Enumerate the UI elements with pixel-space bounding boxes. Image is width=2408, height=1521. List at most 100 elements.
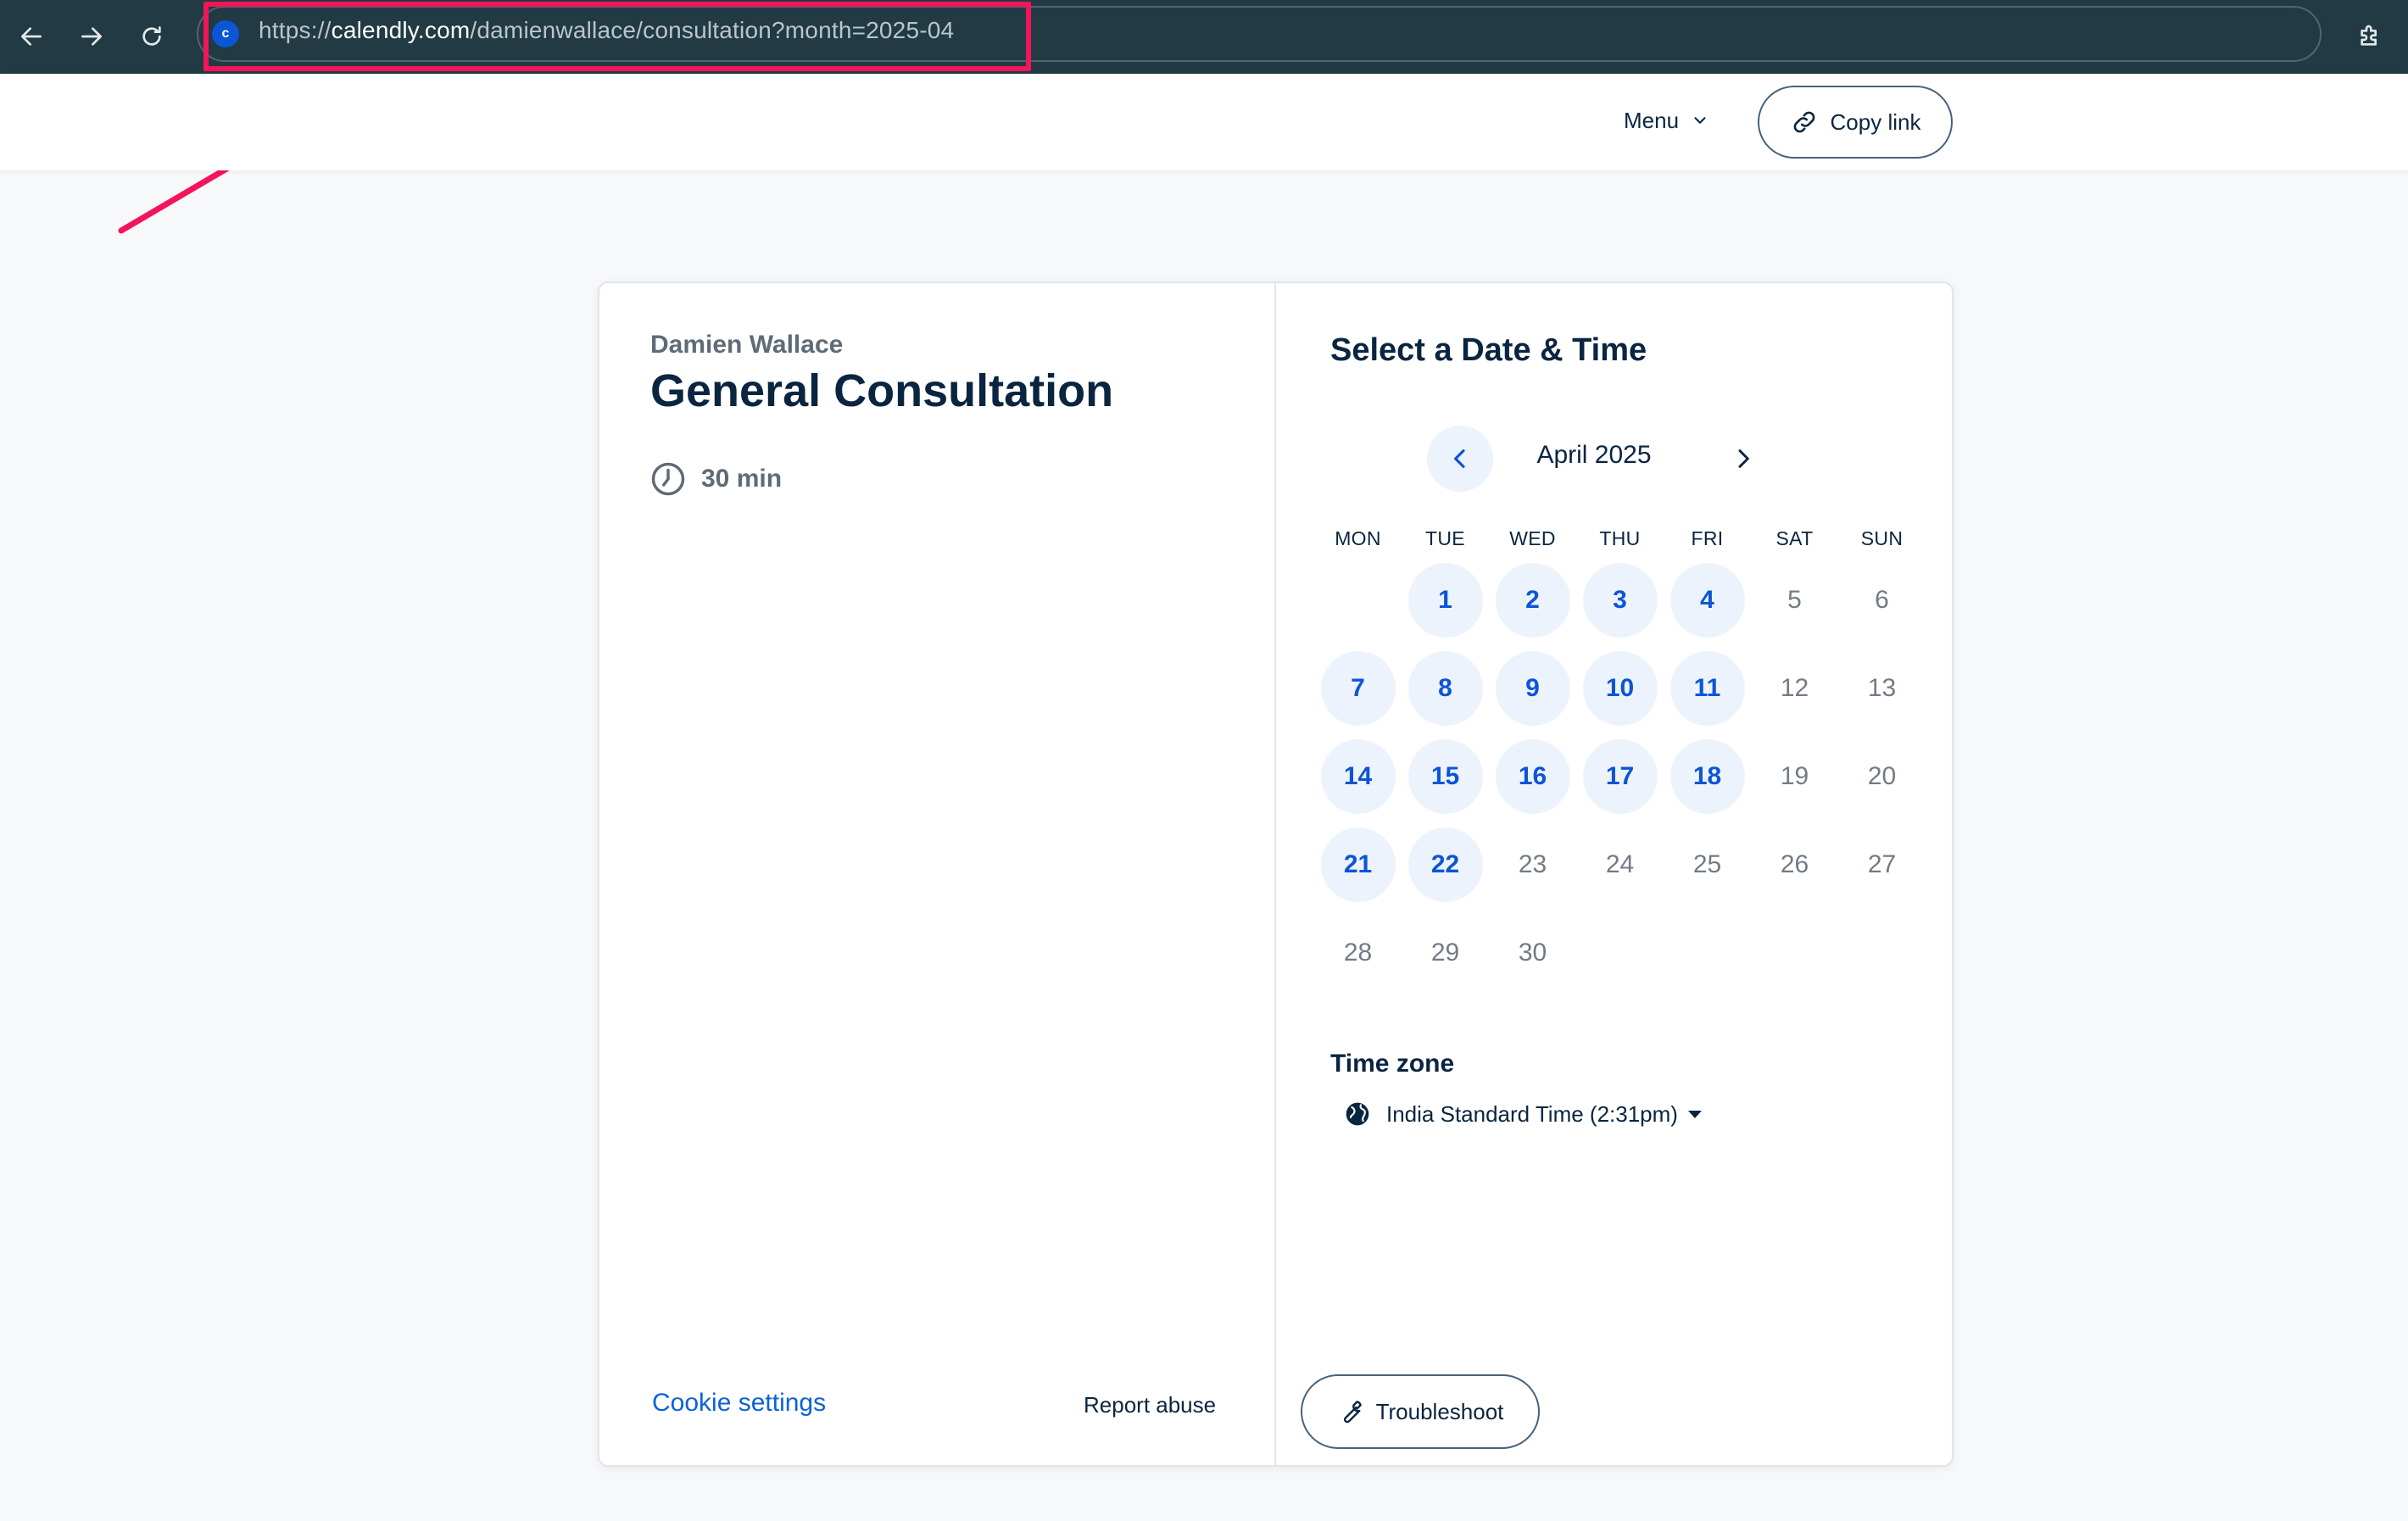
calendar-day-cell: 28 (1314, 909, 1402, 997)
weekday-header: WED (1509, 527, 1556, 549)
weekday-header: SAT (1775, 527, 1814, 549)
clock-icon (651, 462, 685, 496)
available-date-button[interactable]: 4 (1669, 563, 1745, 638)
unavailable-date: 13 (1867, 674, 1897, 702)
calendar-day-cell: 15 (1402, 733, 1489, 821)
unavailable-date: 25 (1692, 850, 1722, 878)
card-divider (1274, 283, 1276, 1465)
chevron-left-icon (1454, 449, 1465, 468)
calendar-day-cell: 26 (1751, 821, 1838, 909)
wrench-icon (1343, 1401, 1362, 1424)
booking-card: Damien Wallace General Consultation 30 m… (598, 281, 1954, 1467)
site-header: Menu Copy link (0, 74, 2408, 170)
link-icon (1793, 111, 1814, 133)
calendar-day-cell: 18 (1664, 733, 1751, 821)
calendar-day-cell: 25 (1664, 821, 1751, 909)
calendar-day-cell: 14 (1314, 733, 1402, 821)
forward-arrow-icon[interactable] (70, 15, 113, 58)
calendar-day-cell: 29 (1402, 909, 1489, 997)
calendar-day-cell: 22 (1402, 821, 1489, 909)
available-date-button[interactable]: 8 (1407, 651, 1483, 726)
timezone-value: India Standard Time (2:31pm) (1386, 1100, 1678, 1127)
calendar-day-cell: 12 (1751, 644, 1838, 733)
calendar-day-cell: 30 (1489, 909, 1576, 997)
available-date-button[interactable]: 7 (1320, 651, 1396, 726)
calendar-day-cell: 16 (1489, 733, 1576, 821)
unavailable-date: 24 (1605, 850, 1635, 878)
unavailable-date: 5 (1787, 586, 1802, 614)
report-abuse-link[interactable]: Report abuse (1084, 1392, 1216, 1418)
empty-day-cell (1314, 556, 1402, 644)
available-date-button[interactable]: 22 (1407, 827, 1483, 902)
weekday-header: SUN (1860, 527, 1904, 549)
organizer-name: Damien Wallace (650, 331, 844, 359)
calendar-day-cell: 3 (1576, 556, 1664, 644)
unavailable-date: 28 (1343, 939, 1373, 967)
calendar-day-cell: 27 (1838, 821, 1926, 909)
unavailable-date: 19 (1780, 762, 1809, 790)
reload-icon[interactable] (131, 15, 173, 58)
copy-link-label: Copy link (1830, 109, 1921, 135)
calendar-day-cell: 11 (1664, 644, 1751, 733)
duration-label: 30 min (701, 465, 783, 493)
event-title: General Consultation (650, 365, 1114, 416)
available-date-button[interactable]: 3 (1582, 563, 1658, 638)
calendar-day-cell: 2 (1489, 556, 1576, 644)
url-highlight-box (203, 2, 1031, 71)
chevron-down-icon (1694, 117, 1706, 124)
unavailable-date: 27 (1867, 850, 1897, 878)
calendar-day-cell: 1 (1402, 556, 1489, 644)
available-date-button[interactable]: 9 (1495, 651, 1570, 726)
cookie-settings-link[interactable]: Cookie settings (652, 1389, 826, 1418)
unavailable-date: 23 (1518, 850, 1547, 878)
globe-icon (1346, 1102, 1369, 1126)
calendar-day-cell: 21 (1314, 821, 1402, 909)
chevron-right-icon (1738, 449, 1749, 468)
timezone-select[interactable]: India Standard Time (2:31pm) (1344, 1095, 1702, 1133)
month-label: April 2025 (1536, 441, 1652, 469)
previous-month-button[interactable] (1427, 426, 1493, 492)
calendar-day-cell: 7 (1314, 644, 1402, 733)
weekday-header: MON (1335, 527, 1381, 549)
caret-down-icon (1687, 1110, 1702, 1118)
calendar-day-cell: 6 (1838, 556, 1926, 644)
calendar-day-cell: 4 (1664, 556, 1751, 644)
available-date-button[interactable]: 1 (1407, 563, 1483, 638)
calendar-day-cell: 17 (1576, 733, 1664, 821)
troubleshoot-label: Troubleshoot (1375, 1398, 1504, 1424)
calendar-day-cell: 9 (1489, 644, 1576, 733)
menu-label: Menu (1624, 107, 1680, 133)
calendar-day-cell: 24 (1576, 821, 1664, 909)
calendar-day-cell: 23 (1489, 821, 1576, 909)
weekday-header: TUE (1425, 527, 1465, 549)
menu-button[interactable]: Menu (1624, 99, 1709, 142)
calendar-day-cell: 5 (1751, 556, 1838, 644)
available-date-button[interactable]: 14 (1320, 739, 1396, 814)
timezone-label: Time zone (1330, 1050, 1455, 1078)
unavailable-date: 20 (1867, 762, 1897, 790)
troubleshoot-button[interactable]: Troubleshoot (1301, 1374, 1540, 1449)
unavailable-date: 30 (1518, 939, 1547, 967)
available-date-button[interactable]: 17 (1582, 739, 1658, 814)
unavailable-date: 12 (1780, 674, 1809, 702)
available-date-button[interactable]: 16 (1495, 739, 1570, 814)
available-date-button[interactable]: 21 (1320, 827, 1396, 902)
available-date-button[interactable]: 2 (1495, 563, 1570, 638)
weekday-header: THU (1599, 527, 1641, 549)
calendar-day-cell: 10 (1576, 644, 1664, 733)
available-date-button[interactable]: 11 (1669, 651, 1745, 726)
available-date-button[interactable]: 18 (1669, 739, 1745, 814)
unavailable-date: 29 (1430, 939, 1460, 967)
weekday-header: FRI (1691, 527, 1724, 549)
extensions-icon[interactable] (2349, 15, 2391, 58)
unavailable-date: 6 (1875, 586, 1889, 614)
calendar-day-cell: 19 (1751, 733, 1838, 821)
available-date-button[interactable]: 15 (1407, 739, 1483, 814)
copy-link-button[interactable]: Copy link (1758, 86, 1953, 159)
calendar-day-cell: 20 (1838, 733, 1926, 821)
next-month-button[interactable] (1710, 426, 1776, 492)
calendar-day-cell: 13 (1838, 644, 1926, 733)
available-date-button[interactable]: 10 (1582, 651, 1658, 726)
calendar-day-cell: 8 (1402, 644, 1489, 733)
back-arrow-icon[interactable] (10, 15, 53, 58)
